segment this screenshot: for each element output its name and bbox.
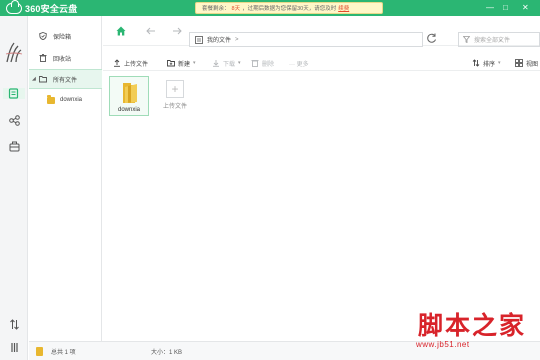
more-label: ··· 更多 — [289, 61, 309, 68]
back-arrow-icon[interactable] — [145, 25, 157, 37]
file-item-downxia[interactable]: downxia — [109, 76, 149, 116]
avatar[interactable] — [4, 40, 24, 66]
breadcrumb-my-files[interactable]: 我的文件 — [207, 35, 231, 44]
view-label: 视图 — [526, 61, 539, 68]
refresh-icon[interactable] — [425, 32, 438, 45]
sidebar-item-recycle[interactable]: 回收站 — [29, 48, 102, 68]
view-button[interactable]: 视图 — [515, 57, 538, 69]
folder-icon — [47, 94, 55, 104]
caret-down-icon[interactable]: ◢ — [32, 76, 36, 82]
app-title: 360安全云盘 — [25, 3, 78, 14]
cloud-logo-icon — [6, 0, 22, 14]
sidebar-item-downxia[interactable]: downxia — [29, 90, 102, 110]
notice-days: 8天 — [231, 6, 241, 12]
renew-link[interactable]: 续费 — [338, 4, 349, 12]
transfer-icon[interactable] — [9, 319, 20, 330]
title-bar: 360安全云盘 套餐剩余： 8天 ，过期后数据为您保留30天，请您及时 续费 —… — [0, 0, 540, 16]
minimize-button[interactable]: — — [486, 3, 494, 13]
folder-tree: 保险箱 回收站 ◢ 所有文件 downxia — [29, 16, 102, 341]
dropdown-arrow-icon: ▾ — [238, 60, 241, 66]
shield-icon — [39, 32, 47, 40]
watermark-url: www.jb51.net — [416, 340, 470, 349]
file-name: downxia — [117, 107, 140, 113]
delete-button[interactable]: 删除 — [251, 57, 274, 69]
main-panel: 我的文件 > ⌄ 搜索全部文件 上传文件 新建 ▾ 下载 ▾ 删除 ··· 更多… — [103, 16, 540, 341]
notice-message: ，过期后数据为您保留30天，请您及时 — [242, 6, 337, 12]
watermark-text: 脚本之家 — [418, 311, 527, 340]
new-label: 新建 — [178, 61, 191, 68]
sidebar-item-label: downxia — [60, 97, 83, 103]
sidebar-item-label: 保险箱 — [53, 34, 72, 41]
grid-view-icon — [515, 59, 523, 67]
new-folder-icon — [167, 60, 175, 67]
delete-icon — [251, 60, 259, 67]
address-bar[interactable]: 我的文件 > ⌄ — [189, 32, 503, 47]
home-icon[interactable] — [115, 25, 127, 37]
share-nav-icon[interactable] — [9, 115, 20, 126]
filter-icon — [463, 36, 470, 43]
watermark: 脚本之家 www.jb51.net — [412, 306, 540, 360]
folder-outline-icon — [39, 76, 47, 83]
download-icon — [213, 60, 219, 67]
sidebar-item-all-files[interactable]: ◢ 所有文件 — [29, 69, 102, 89]
toolbox-nav-icon[interactable] — [9, 141, 20, 152]
sort-label: 排序 — [483, 61, 496, 68]
download-label: 下载 — [223, 61, 236, 68]
upload-label: 上传文件 — [124, 61, 149, 68]
plus-icon: + — [166, 80, 184, 98]
folder-icon — [36, 347, 43, 356]
sort-icon — [472, 59, 480, 67]
menu-icon[interactable] — [9, 342, 20, 353]
sidebar-item-safe[interactable]: 保险箱 — [29, 26, 102, 46]
download-button[interactable]: 下载 ▾ — [212, 57, 241, 69]
plan-notice: 套餐剩余： 8天 ，过期后数据为您保留30天，请您及时 续费 — [195, 2, 383, 14]
forward-arrow-icon[interactable] — [171, 25, 183, 37]
dropdown-arrow-icon: ▾ — [498, 60, 501, 66]
files-nav-icon[interactable] — [3, 88, 25, 99]
upload-tile[interactable]: + 上传文件 — [155, 76, 195, 116]
trash-icon — [39, 54, 47, 62]
upload-tile-label: 上传文件 — [162, 104, 187, 110]
dropdown-arrow-icon: ▾ — [193, 60, 196, 66]
item-count: 总共 1 项 — [51, 350, 76, 356]
left-rail — [0, 16, 28, 360]
search-placeholder: 搜索全部文件 — [474, 38, 511, 44]
sidebar-item-label: 所有文件 — [53, 77, 78, 84]
new-button[interactable]: 新建 ▾ — [167, 57, 196, 69]
drive-icon — [195, 35, 203, 44]
maximize-button[interactable]: □ — [503, 3, 508, 13]
more-button[interactable]: ··· 更多 — [289, 57, 309, 69]
search-input[interactable]: 搜索全部文件 — [458, 32, 540, 47]
total-size: 大小：1 KB — [151, 350, 183, 356]
upload-button[interactable]: 上传文件 — [113, 57, 148, 69]
toolbar: 上传文件 新建 ▾ 下载 ▾ 删除 ··· 更多 排序 ▾ 视图 — [103, 55, 540, 71]
sidebar-item-label: 回收站 — [53, 56, 72, 63]
breadcrumb-separator: > — [235, 36, 239, 43]
folder-icon — [123, 83, 137, 103]
delete-label: 删除 — [262, 61, 275, 68]
close-button[interactable]: ✕ — [522, 3, 529, 13]
upload-icon — [114, 59, 120, 67]
notice-prefix: 套餐剩余： — [202, 6, 230, 12]
sort-button[interactable]: 排序 ▾ — [472, 57, 501, 69]
app-logo: 360安全云盘 — [6, 0, 78, 15]
